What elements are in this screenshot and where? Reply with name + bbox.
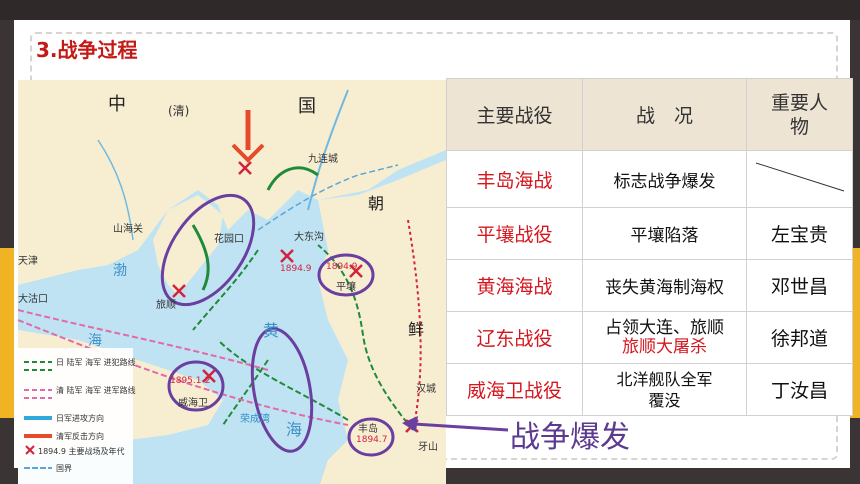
label-lushun: 旅顺 bbox=[156, 300, 176, 311]
label-pingrang: 平壤 bbox=[336, 282, 356, 293]
table-row: 丰岛海战 标志战争爆发 bbox=[446, 150, 853, 208]
condition-cell: 占领大连、旅顺 旅顺大屠杀 bbox=[582, 311, 747, 364]
person-cell: 左宝贵 bbox=[746, 207, 853, 260]
war-map: 中 (清) 国 朝 鲜 渤 海 黄 海 山海关 天津 大沽口 花园口 旅顺 威海… bbox=[18, 80, 446, 484]
diagonal-slash bbox=[755, 162, 844, 192]
label-guo: 国 bbox=[298, 96, 316, 117]
label-weihaiwei: 威海卫 bbox=[178, 398, 208, 409]
condition-line-red: 北洋舰队全军 bbox=[616, 369, 713, 389]
label-hancheng: 汉城 bbox=[416, 384, 436, 395]
label-huayuankou: 花园口 bbox=[214, 234, 244, 245]
condition-cell: 标志战争爆发 bbox=[582, 150, 747, 208]
table-row: 平壤战役 平壤陷落 左宝贵 bbox=[446, 207, 853, 260]
label-fengdao: 丰岛 bbox=[358, 424, 378, 435]
date-pingrang: 1894.9 bbox=[326, 262, 358, 272]
label-rongcheng: 荣成湾 bbox=[240, 414, 270, 425]
battle-cell: 辽东战役 bbox=[446, 311, 583, 364]
condition-cell: 平壤陷落 bbox=[582, 207, 747, 260]
person-cell: 邓世昌 bbox=[746, 259, 853, 312]
pointer-arrow bbox=[402, 416, 509, 432]
header-condition: 战 况 bbox=[582, 78, 747, 151]
condition-line: 占领大连、旅顺 bbox=[605, 317, 724, 338]
label-tianjin: 天津 bbox=[18, 256, 38, 267]
label-dagukou: 大沽口 bbox=[18, 294, 48, 305]
label-qing: (清) bbox=[168, 104, 190, 118]
label-zhong: 中 bbox=[108, 94, 126, 115]
label-jiuliancheng: 九连城 bbox=[308, 154, 338, 165]
condition-cell: 北洋舰队全军 覆没 bbox=[582, 363, 747, 416]
legend-qing-counter: 清军反击方向 bbox=[56, 432, 104, 441]
table-row: 威海卫战役 北洋舰队全军 覆没 丁汝昌 bbox=[446, 363, 853, 416]
label-bohai: 渤 bbox=[113, 263, 127, 279]
condition-line-red: 覆没 bbox=[648, 390, 681, 410]
header-battle: 主要战役 bbox=[446, 78, 583, 151]
person-cell: 丁汝昌 bbox=[746, 363, 853, 416]
person-cell: 徐邦道 bbox=[746, 311, 853, 364]
header-person: 重要人物 bbox=[746, 78, 853, 151]
label-dadonggou: 大东沟 bbox=[294, 232, 324, 243]
label-xian: 鲜 bbox=[408, 320, 425, 339]
label-hai-bo: 海 bbox=[88, 333, 102, 349]
annotation-war-outbreak: 战争爆发 bbox=[510, 420, 630, 455]
legend-battle-site: 1894.9 主要战场及年代 bbox=[38, 447, 125, 456]
top-band bbox=[0, 0, 860, 20]
person-cell-empty bbox=[746, 150, 853, 208]
battle-cell: 威海卫战役 bbox=[446, 363, 583, 416]
section-title: 3.战争过程 bbox=[36, 38, 138, 62]
legend-border: 国界 bbox=[56, 464, 72, 473]
table-row: 辽东战役 占领大连、旅顺 旅顺大屠杀 徐邦道 bbox=[446, 311, 853, 364]
legend-jp-attack: 日军进攻方向 bbox=[56, 414, 104, 423]
date-dadonggou: 1894.9 bbox=[280, 264, 312, 274]
battle-table-wrap: 主要战役 战 况 重要人物 丰岛海战 标志战争爆发 平壤战役 平壤陷落 左宝贵 … bbox=[446, 78, 860, 416]
legend-jp-route: 日 陆军 海军 进犯路线 bbox=[56, 358, 136, 367]
table-row: 黄海海战 丧失黄海制海权 邓世昌 bbox=[446, 259, 853, 312]
date-weihai: 1895.1-2 bbox=[170, 376, 211, 386]
battle-table: 主要战役 战 况 重要人物 丰岛海战 标志战争爆发 平壤战役 平壤陷落 左宝贵 … bbox=[446, 78, 853, 416]
condition-cell: 丧失黄海制海权 bbox=[582, 259, 747, 312]
condition-line-red: 旅顺大屠杀 bbox=[622, 336, 707, 357]
label-hai-huang: 海 bbox=[286, 420, 303, 439]
legend-qing-route: 清 陆军 海军 进军路线 bbox=[56, 386, 136, 395]
battle-cell: 平壤战役 bbox=[446, 207, 583, 260]
table-header-row: 主要战役 战 况 重要人物 bbox=[446, 78, 853, 151]
battle-cell: 丰岛海战 bbox=[446, 150, 583, 208]
label-shanhaiguan: 山海关 bbox=[113, 224, 143, 235]
label-chao: 朝 bbox=[368, 194, 385, 213]
battle-cell: 黄海海战 bbox=[446, 259, 583, 312]
date-fengdao: 1894.7 bbox=[356, 435, 388, 445]
label-huang: 黄 bbox=[263, 321, 280, 340]
